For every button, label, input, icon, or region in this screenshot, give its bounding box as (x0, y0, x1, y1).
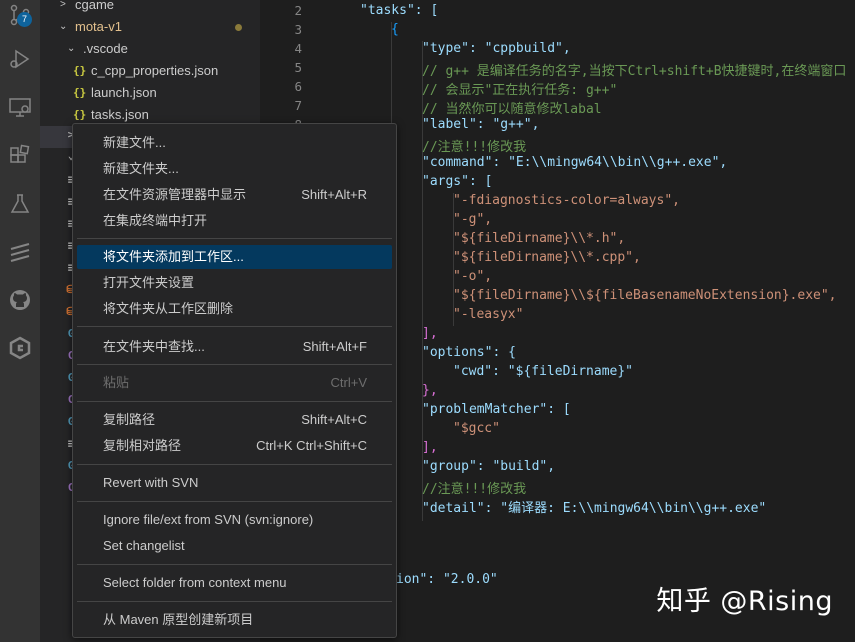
menu-item-new-file[interactable]: 新建文件... (77, 131, 392, 155)
code-line: "-o", (453, 269, 493, 284)
watermark: 知乎 @Rising (656, 586, 833, 617)
code-line: //注意!!!修改我 (422, 482, 527, 497)
extensions-icon[interactable] (5, 141, 35, 171)
menu-separator (77, 601, 392, 602)
menu-separator (77, 326, 392, 327)
code-line: "group": "build", (422, 459, 556, 474)
file-launch-json[interactable]: {} launch.json (40, 82, 260, 104)
run-debug-icon[interactable] (5, 44, 35, 74)
menu-item-open-in-terminal[interactable]: 在集成终端中打开 (77, 209, 392, 233)
menu-item-select-folder[interactable]: Select folder from context menu (77, 571, 392, 595)
code-line: "${fileDirname}\\*.h", (453, 231, 626, 246)
code-line: "-fdiagnostics-color=always", (453, 193, 680, 208)
code-line: "-g", (453, 212, 493, 227)
menu-item-copy-path[interactable]: 复制路径 Shift+Alt+C (77, 408, 392, 432)
activity-bar: 7 (0, 0, 40, 642)
gitlens-icon[interactable] (5, 237, 35, 267)
line-number: 5 (294, 60, 302, 75)
chevron-down-icon: ⌄ (67, 43, 76, 54)
folder-cgame[interactable]: > cgame (40, 0, 260, 16)
menu-item-remove-folder-from-workspace[interactable]: 将文件夹从工作区删除 (77, 297, 392, 321)
line-number: 6 (294, 79, 302, 94)
scm-badge: 7 (17, 12, 32, 27)
code-line: }, (422, 383, 438, 398)
code-line: "options": { (422, 345, 516, 360)
context-menu: 新建文件... 新建文件夹... 在文件资源管理器中显示 Shift+Alt+R … (72, 123, 397, 638)
line-number: 3 (294, 22, 302, 37)
menu-separator (77, 238, 392, 239)
code-line: "-leasyx" (453, 307, 524, 322)
code-line: ], (422, 326, 438, 341)
menu-item-copy-relative-path[interactable]: 复制相对路径 Ctrl+K Ctrl+Shift+C (77, 434, 392, 458)
code-line: "args": [ (422, 174, 493, 189)
menu-separator (77, 364, 392, 365)
menu-separator (77, 401, 392, 402)
gitkraken-icon[interactable] (5, 333, 35, 363)
chevron-down-icon: ⌄ (59, 21, 68, 32)
file-c-cpp-properties[interactable]: {} c_cpp_properties.json (40, 60, 260, 82)
code-line: ion": "2.0.0" (396, 572, 498, 587)
code-line: "detail": "编译器: E:\\mingw64\\bin\\g++.ex… (422, 501, 767, 516)
menu-item-new-folder[interactable]: 新建文件夹... (77, 157, 392, 181)
code-line: "tasks": [ (360, 3, 439, 18)
testing-icon[interactable] (5, 189, 35, 219)
code-line: "command": "E:\\mingw64\\bin\\g++.exe", (422, 155, 728, 170)
menu-item-maven-archetype[interactable]: 从 Maven 原型创建新项目 (77, 608, 392, 632)
remote-explorer-icon[interactable] (5, 92, 35, 122)
github-icon[interactable] (5, 285, 35, 315)
menu-item-set-changelist[interactable]: Set changelist (77, 534, 392, 558)
code-line: ], (422, 440, 438, 455)
folder-mota-v1[interactable]: ⌄ mota-v1 (40, 16, 260, 38)
code-line: "${fileDirname}\\*.cpp", (453, 250, 641, 265)
code-line: { (391, 22, 399, 37)
json-file-icon: {} (73, 64, 87, 77)
menu-item-open-folder-settings[interactable]: 打开文件夹设置 (77, 271, 392, 295)
code-line: // 当然你可以随意修改labal (422, 102, 602, 117)
chevron-right-icon: > (60, 0, 66, 10)
menu-item-svn-ignore[interactable]: Ignore file/ext from SVN (svn:ignore) (77, 508, 392, 532)
code-line: "${fileDirname}\\${fileBasenameNoExtensi… (453, 288, 837, 303)
modified-indicator (235, 24, 242, 31)
code-line: "problemMatcher": [ (422, 402, 571, 417)
menu-item-add-folder-to-workspace[interactable]: 将文件夹添加到工作区... (77, 245, 392, 269)
menu-item-revert-svn[interactable]: Revert with SVN (77, 471, 392, 495)
code-line: // 会显示"正在执行任务: g++" (422, 83, 618, 98)
code-line: //注意!!!修改我 (422, 140, 527, 155)
line-number: 7 (294, 98, 302, 113)
menu-separator (77, 464, 392, 465)
menu-item-reveal-in-explorer[interactable]: 在文件资源管理器中显示 Shift+Alt+R (77, 183, 392, 207)
line-number: 2 (294, 3, 302, 18)
code-line: "cwd": "${fileDirname}" (453, 364, 634, 379)
menu-separator (77, 501, 392, 502)
code-line: "label": "g++", (422, 117, 540, 132)
code-line: "$gcc" (453, 421, 500, 436)
menu-separator (77, 564, 392, 565)
code-line: "type": "cppbuild", (422, 41, 571, 56)
json-file-icon: {} (73, 86, 87, 99)
menu-item-find-in-folder[interactable]: 在文件夹中查找... Shift+Alt+F (77, 335, 392, 359)
menu-item-paste[interactable]: 粘贴 Ctrl+V (77, 371, 392, 395)
folder-vscode[interactable]: ⌄ .vscode (40, 38, 260, 60)
code-line: // g++ 是编译任务的名字,当按下Ctrl+shift+B快捷键时,在终端窗… (422, 64, 847, 79)
line-number: 4 (294, 41, 302, 56)
